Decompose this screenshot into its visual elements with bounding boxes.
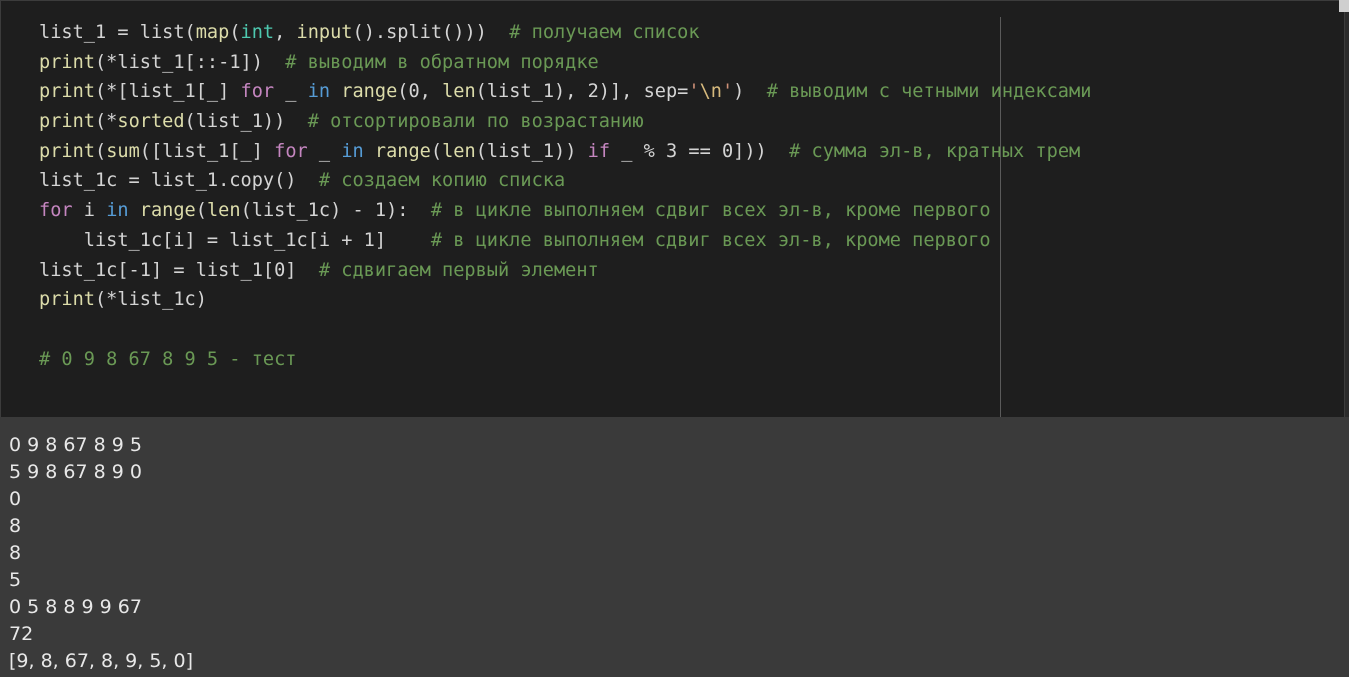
code-token: list_1c[i] = list_1c[i + 1] [39,229,431,251]
code-token: input [296,22,353,43]
code-editor[interactable]: list_1 = list(map(int, input().split()))… [0,0,1345,418]
code-token: range [374,140,431,162]
code-line[interactable]: print(sum([list_1[_] for _ in range(len(… [39,137,1091,167]
code-line[interactable]: # 0 9 8 67 8 9 5 - тест [39,345,1091,375]
code-comment: # 0 9 8 67 8 9 5 - тест [39,348,297,370]
code-token: for [240,81,275,103]
code-token: , [274,22,297,43]
code-comment: # сумма эл-в, кратных трем [789,140,1081,162]
output-line: 72 [9,623,34,645]
code-token: ' [721,81,734,103]
code-token: _ % 3 == 0])) [610,140,790,162]
code-token: print [39,140,95,162]
code-line[interactable]: print(*list_1c) [39,285,1091,315]
code-token: map [195,22,230,43]
code-line[interactable]: list_1 = list(map(int, input().split()))… [39,18,1091,48]
code-line[interactable]: for i in range(len(list_1c) - 1): # в ци… [39,196,1091,226]
output-line: 5 [9,569,22,591]
code-line[interactable]: print(*sorted(list_1)) # отсортировали п… [39,107,1091,137]
output-line: 5 9 8 67 8 9 0 [9,461,142,483]
code-token: (* [94,111,118,133]
code-comment: # сдвигаем первый элемент [318,259,599,281]
code-line[interactable]: print(*[list_1[_] for _ in range(0, len(… [39,77,1091,107]
code-token: (list_1)) [184,111,308,133]
output-console: 0 9 8 67 8 9 5 5 9 8 67 8 9 0 0 8 8 5 0 5 8 8 … [0,417,1349,677]
code-token: len [206,200,241,222]
code-line[interactable]: list_1c[-1] = list_1[0] # сдвигаем первы… [39,256,1091,286]
output-line: 0 5 8 8 9 9 67 [9,596,142,618]
code-token: in [307,81,331,103]
code-token: range [341,81,398,103]
code-token: print [39,289,95,311]
code-token: print [39,81,95,103]
code-comment: # отсортировали по возрастанию [307,111,644,133]
code-comment: # в цикле выполняем сдвиг всех эл-в, кро… [430,229,991,251]
code-line[interactable]: list_1c[i] = list_1c[i + 1] # в цикле вы… [39,226,1091,256]
code-token: sum [106,140,140,162]
code-token: int [240,22,275,43]
code-token: range [139,200,196,222]
code-token: ) [733,81,767,103]
code-token: _ [274,81,308,103]
code-token: ( [229,22,241,43]
code-token: i [72,200,107,222]
code-token: (list_1)) [475,140,588,162]
output-line: 0 [9,488,22,510]
window-corner [1339,0,1349,12]
code-token: ' [688,81,700,103]
code-comment: # выводим в обратном порядке [285,51,599,73]
code-comment: # в цикле выполняем сдвиг всех эл-в, кро… [430,200,991,222]
code-token: in [106,200,129,222]
code-token: print [39,51,95,73]
code-comment: # выводим с четными индексами [766,81,1092,103]
code-token: print [39,111,95,133]
code-token: ( [195,200,207,222]
output-line: 8 [9,515,22,537]
code-token: for [39,200,73,222]
code-token: ([list_1[_] [139,140,275,162]
output-line: 8 [9,542,22,564]
console-output: 0 9 8 67 8 9 5 5 9 8 67 8 9 0 0 8 8 5 0 5 8 8 … [9,432,193,675]
code-area[interactable]: list_1 = list(map(int, input().split()))… [39,18,1091,374]
code-token: in [341,140,364,162]
code-line[interactable]: list_1c = list_1.copy() # создаем копию … [39,166,1091,196]
code-token: \n [699,81,722,103]
code-token: len [442,81,476,103]
code-token: list_1c = list_1.copy() [39,170,319,192]
code-token: len [442,140,476,162]
code-token: _ [307,140,342,162]
code-comment: # создаем копию списка [318,170,566,192]
code-token: sorted [117,111,185,133]
code-token: (*[list_1[_] [94,81,241,103]
output-line: 0 9 8 67 8 9 5 [9,434,142,456]
code-token: ( [94,140,107,162]
code-line[interactable]: print(*list_1[::-1]) # выводим в обратно… [39,48,1091,78]
code-line[interactable] [39,315,1091,345]
code-token: list_1 = list( [39,22,196,43]
code-token: (list_1), 2)], sep= [475,81,689,103]
code-token: (0, [397,81,443,103]
code-token: (*list_1c) [94,289,207,311]
code-token: (*list_1[::-1]) [94,51,286,73]
code-comment: # получаем список [509,22,700,43]
code-token: list_1c[-1] = list_1[0] [39,259,319,281]
code-token: (list_1c) - 1): [240,200,431,222]
output-line: [9, 8, 67, 8, 9, 5, 0] [9,650,194,672]
code-token: if [587,140,611,162]
code-token: for [274,140,308,162]
code-token: ().split())) [352,22,510,43]
code-token: ( [430,140,443,162]
